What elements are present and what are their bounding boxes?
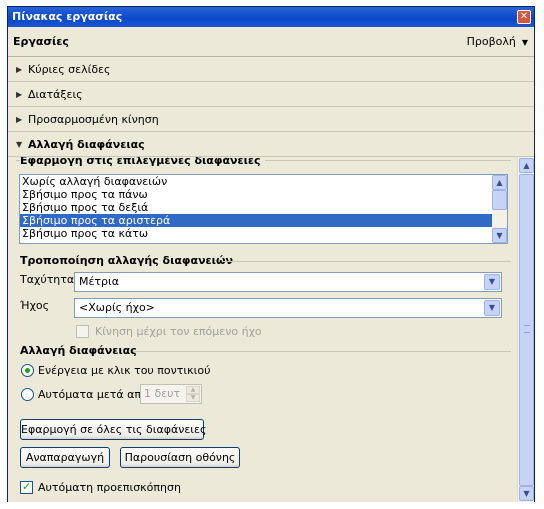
title-bar[interactable]: Πίνακας εργασίας ✕ <box>8 7 534 27</box>
chevron-down-icon[interactable]: ▼ <box>484 274 500 290</box>
section-label: Αλλαγή διαφάνειας <box>28 138 145 151</box>
autopreview-checkbox[interactable]: ✓ <box>20 480 33 494</box>
auto-advance-seconds-input[interactable]: 1 δευτ ▲ ▼ <box>140 384 202 404</box>
section-slide-transition[interactable]: ▼ Αλλαγή διαφάνειας <box>8 132 534 157</box>
slide-show-button[interactable]: Παρουσίαση οθόνης <box>120 447 240 468</box>
section-label: Διατάξεις <box>28 88 83 101</box>
task-pane-header: Εργασίες Προβολή ▼ <box>8 27 534 57</box>
list-item[interactable]: Σβήσιμο προς τα αριστερά <box>20 214 507 227</box>
list-item[interactable]: Σβήσιμο προς τα κάτω <box>20 227 507 240</box>
view-menu-button[interactable]: Προβολή ▼ <box>467 35 528 48</box>
list-item[interactable]: Χωρίς αλλαγή διαφανειών <box>20 175 507 188</box>
section-label: Προσαρμοσμένη κίνηση <box>28 113 159 126</box>
apply-to-all-slides-button[interactable]: Εφαρμογή σε όλες τις διαφάνειες <box>20 419 206 440</box>
section-layouts[interactable]: ▶ Διατάξεις <box>8 82 534 107</box>
list-scroll-thumb[interactable] <box>492 190 507 210</box>
expand-arrow-icon: ▶ <box>16 115 23 124</box>
spin-down-icon[interactable]: ▼ <box>186 394 200 402</box>
sound-value: <Χωρίς ήχο> <box>79 301 155 314</box>
auto-advance-radio[interactable] <box>21 388 34 401</box>
expand-arrow-icon: ▶ <box>16 65 23 74</box>
section-label: Κύριες σελίδες <box>28 63 111 76</box>
close-icon[interactable]: ✕ <box>517 10 531 24</box>
pane-title: Εργασίες <box>13 35 69 48</box>
auto-advance-label: Αυτόματα μετά από <box>38 388 148 401</box>
sound-label: Ήχος <box>20 299 50 312</box>
section-custom-animation[interactable]: ▶ Προσαρμοσμένη κίνηση <box>8 107 534 132</box>
modify-group-title: Τροποποίηση αλλαγής διαφανειών <box>20 254 238 267</box>
scroll-down-icon[interactable]: ▼ <box>519 486 534 501</box>
list-item[interactable]: Σβήσιμο προς τα δεξιά <box>20 201 507 214</box>
list-scrollbar[interactable]: ▲ ▼ <box>492 175 507 243</box>
apply-group-title: Εφαρμογή στις επιλεγμένες διαφάνειες <box>20 157 265 167</box>
auto-advance-value: 1 δευτ <box>144 387 181 400</box>
transition-list-items: Χωρίς αλλαγή διαφανειών Σβήσιμο προς τα π… <box>20 175 507 240</box>
scroll-down-icon[interactable]: ▼ <box>492 228 507 243</box>
group-divider <box>223 261 511 262</box>
spin-up-icon[interactable]: ▲ <box>186 386 200 394</box>
loop-sound-label: Κίνηση μέχρι τον επόμενο ήχο <box>95 325 262 338</box>
speed-select[interactable]: Μέτρια ▼ <box>74 272 502 292</box>
grip-icon <box>524 325 530 333</box>
task-pane-window: Πίνακας εργασίας ✕ Εργασίες Προβολή ▼ ▶ Κ… <box>7 6 535 502</box>
checkmark-icon: ✓ <box>22 480 32 493</box>
panel-scrollbar[interactable]: ▲ ▼ <box>517 157 534 502</box>
on-click-radio[interactable] <box>21 364 34 377</box>
section-master-pages[interactable]: ▶ Κύριες σελίδες <box>8 57 534 82</box>
sound-select[interactable]: <Χωρίς ήχο> ▼ <box>74 298 502 318</box>
on-click-label: Ενέργεια με κλικ του ποντικιού <box>38 364 211 377</box>
speed-label: Ταχύτητα <box>20 273 75 286</box>
window-title: Πίνακας εργασίας <box>12 10 123 23</box>
chevron-down-icon: ▼ <box>521 38 528 47</box>
advance-group-title: Αλλαγή διαφάνειας <box>20 344 141 357</box>
collapse-arrow-icon: ▼ <box>16 140 23 149</box>
speed-value: Μέτρια <box>79 275 120 288</box>
play-button[interactable]: Αναπαραγωγή <box>20 447 110 468</box>
autopreview-label: Αυτόματη προεπισκόπηση <box>38 481 181 494</box>
list-item[interactable]: Σβήσιμο προς τα πάνω <box>20 188 507 201</box>
transition-list[interactable]: Χωρίς αλλαγή διαφανειών Σβήσιμο προς τα π… <box>19 174 508 244</box>
radio-selected-dot <box>25 368 30 373</box>
loop-sound-checkbox[interactable] <box>76 325 89 338</box>
scroll-up-icon[interactable]: ▲ <box>519 158 534 173</box>
panel-scroll-thumb[interactable] <box>519 174 534 486</box>
group-divider <box>133 351 511 352</box>
transition-panel: Εφαρμογή στις επιλεγμένες διαφάνειες Χωρ… <box>8 157 534 502</box>
chevron-down-icon[interactable]: ▼ <box>484 300 500 316</box>
expand-arrow-icon: ▶ <box>16 90 23 99</box>
view-menu-label: Προβολή <box>466 35 516 48</box>
scroll-up-icon[interactable]: ▲ <box>492 175 507 190</box>
